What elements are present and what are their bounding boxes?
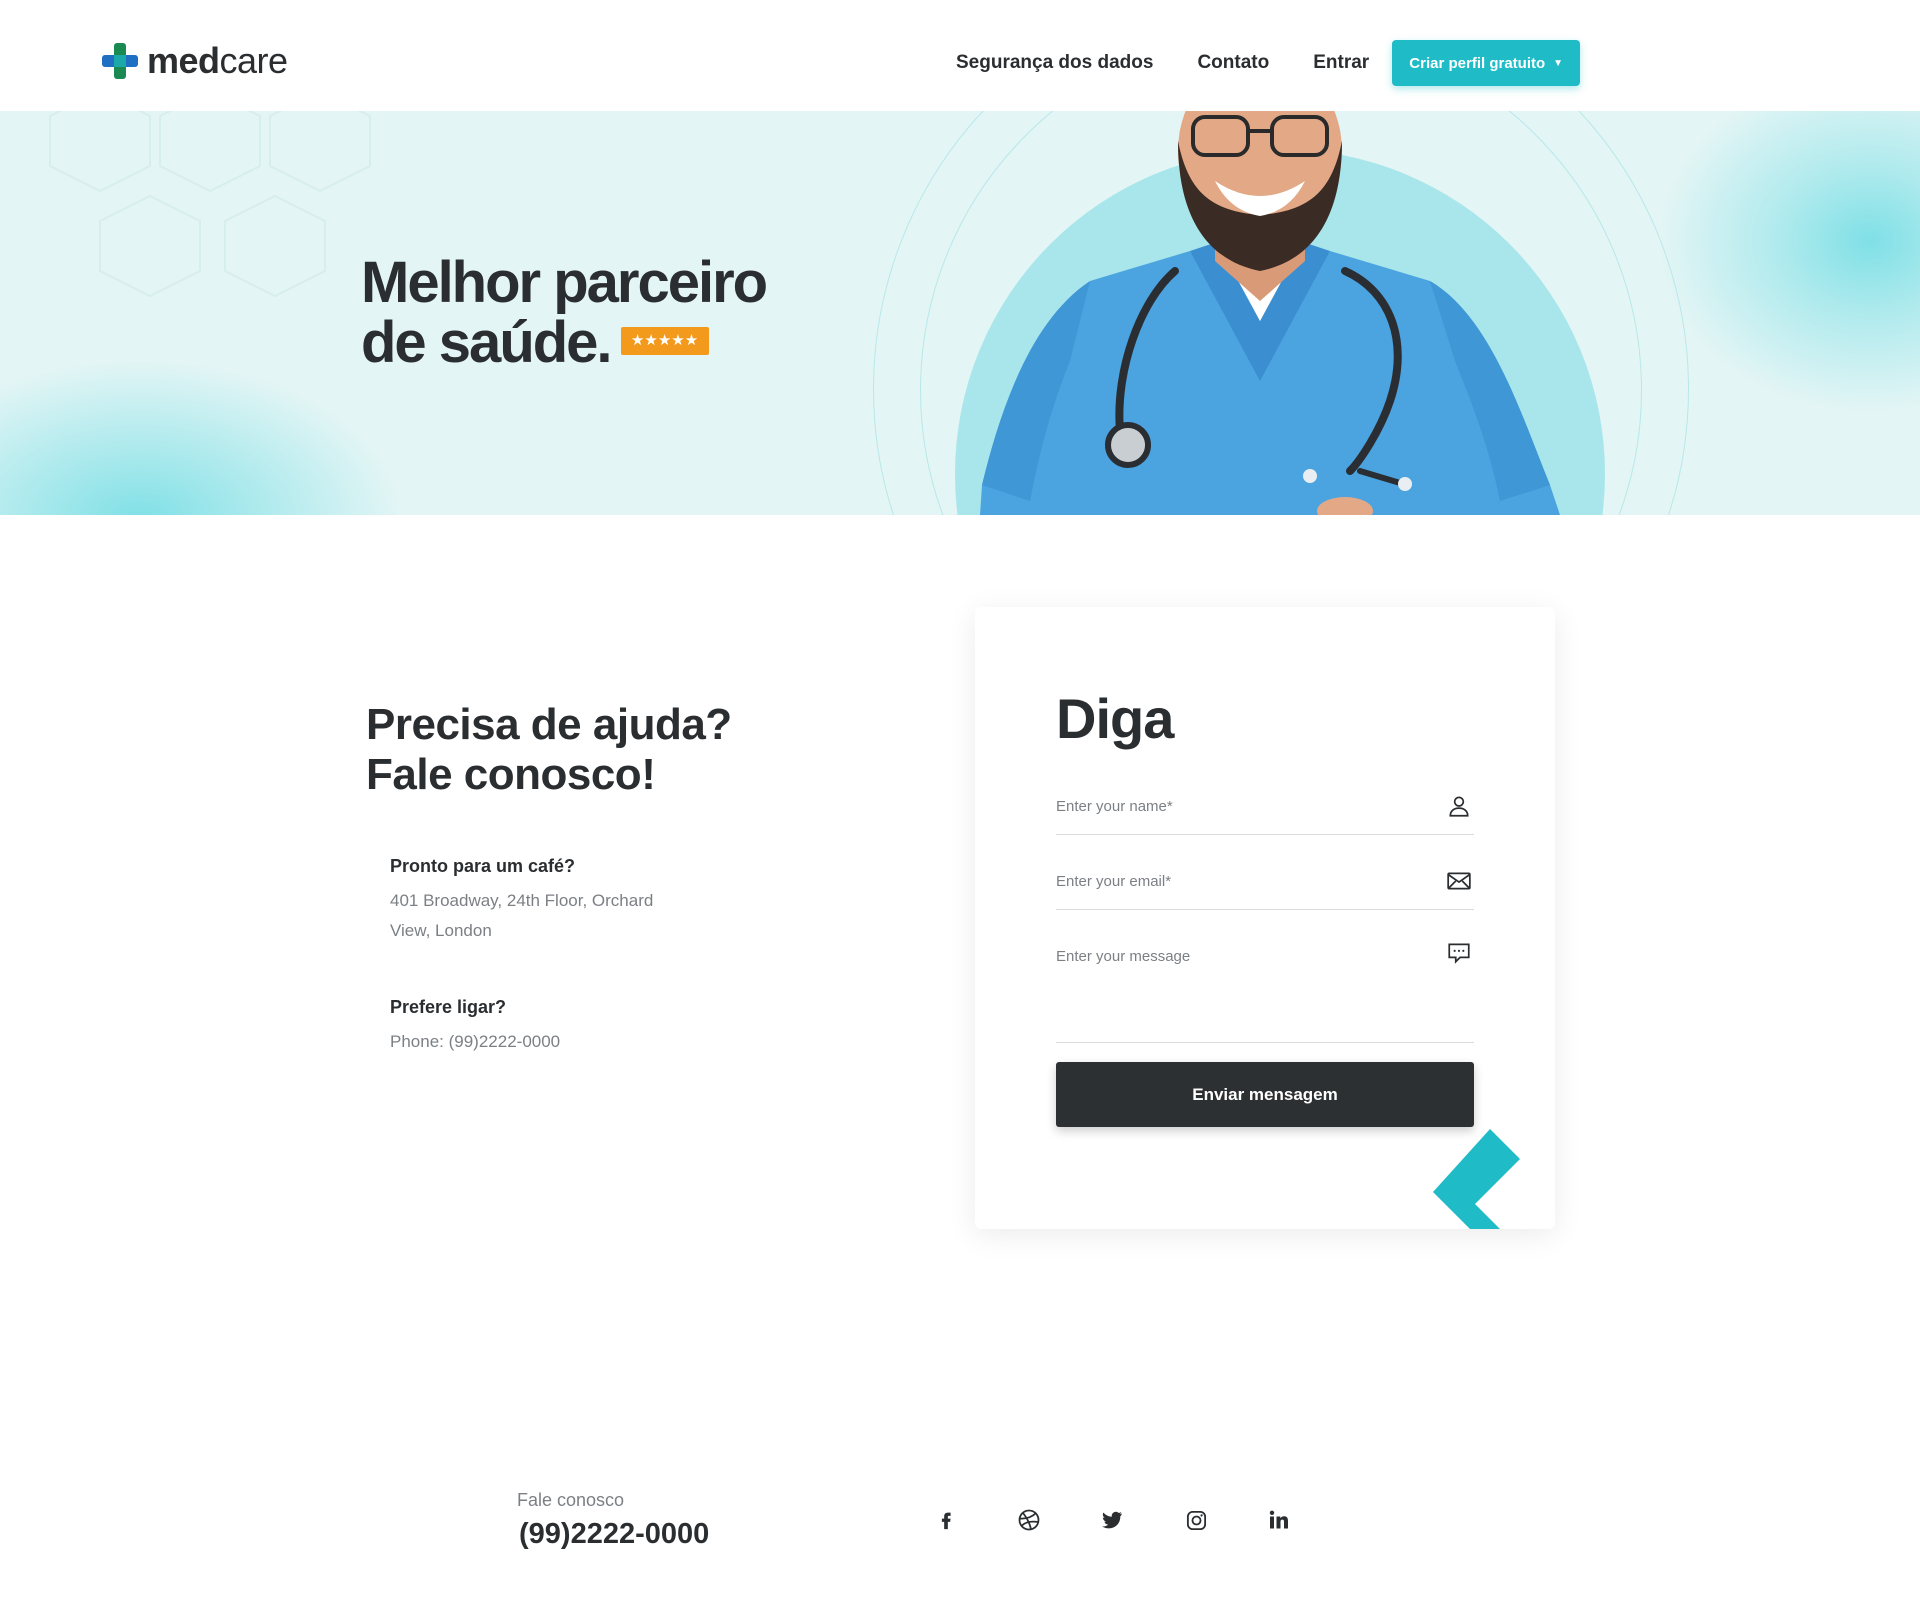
name-field[interactable]: Enter your name* (1056, 782, 1474, 835)
site-header: medcare Segurança dos dados Contato Entr… (0, 0, 1920, 111)
contact-form-card: Diga Enter your name* Enter your email* … (975, 607, 1555, 1229)
nav-item-login[interactable]: Entrar (1313, 52, 1369, 74)
brand-name: medcare (147, 40, 288, 82)
address-line2: View, London (390, 921, 492, 940)
brand-name-rest: care (219, 40, 289, 81)
hero-title-line1: Melhor parceiro (361, 250, 768, 315)
address-text: 401 Broadway, 24th Floor, Orchard View, … (390, 886, 653, 946)
address-label: Pronto para um café? (390, 856, 576, 876)
medical-cross-icon (100, 41, 140, 81)
user-icon (1449, 796, 1469, 817)
caret-down-icon: ▼ (1553, 57, 1564, 69)
twitter-icon[interactable] (1097, 1505, 1127, 1535)
chevron-decoration (1433, 1129, 1520, 1229)
envelope-icon (1447, 872, 1471, 890)
brand-name-bold: med (147, 40, 220, 81)
logo[interactable]: medcare (100, 40, 288, 82)
email-placeholder: Enter your email* (1056, 873, 1172, 890)
hero-glow-left (0, 361, 400, 515)
hero-title: Melhor parceiro de saúde. ★★★★★ (361, 250, 768, 375)
instagram-icon[interactable] (1181, 1505, 1211, 1535)
hero-banner: Melhor parceiro de saúde. ★★★★★ (0, 111, 1920, 515)
help-title: Precisa de ajuda? Fale conosco! (366, 700, 732, 800)
nav-item-contact[interactable]: Contato (1197, 52, 1269, 74)
phone-text: Phone: (99)2222-0000 (390, 1032, 561, 1051)
footer-phone[interactable]: (99)2222-0000 (519, 1518, 709, 1551)
hexagon-pattern (49, 111, 371, 298)
create-profile-label: Criar perfil gratuito (1409, 54, 1546, 72)
rating-badge: ★★★★★ (620, 326, 709, 355)
help-title-line2: Fale conosco! (366, 750, 656, 799)
hero-title-line2: de saúde. (361, 310, 613, 375)
facebook-icon[interactable] (931, 1505, 961, 1535)
chat-icon (1448, 943, 1470, 964)
main-nav: Segurança dos dados Contato Entrar Criar… (956, 40, 1581, 86)
message-placeholder: Enter your message (1056, 948, 1191, 965)
linkedin-icon[interactable] (1264, 1505, 1294, 1535)
nav-item-data-security[interactable]: Segurança dos dados (956, 52, 1153, 74)
phone-label: Prefere ligar? (390, 997, 507, 1017)
hero-glow-right (1660, 111, 1920, 411)
create-profile-button[interactable]: Criar perfil gratuito ▼ (1392, 40, 1581, 86)
doctor-image (980, 111, 1560, 515)
name-placeholder: Enter your name* (1056, 798, 1173, 815)
message-field[interactable]: Enter your message (1056, 932, 1474, 1043)
form-title: Diga (1056, 687, 1174, 750)
email-field[interactable]: Enter your email* (1056, 857, 1474, 910)
footer-contact-label: Fale conosco (517, 1490, 625, 1510)
address-line1: 401 Broadway, 24th Floor, Orchard (390, 891, 654, 910)
help-title-line1: Precisa de ajuda? (366, 700, 732, 749)
dribbble-icon[interactable] (1014, 1505, 1044, 1535)
